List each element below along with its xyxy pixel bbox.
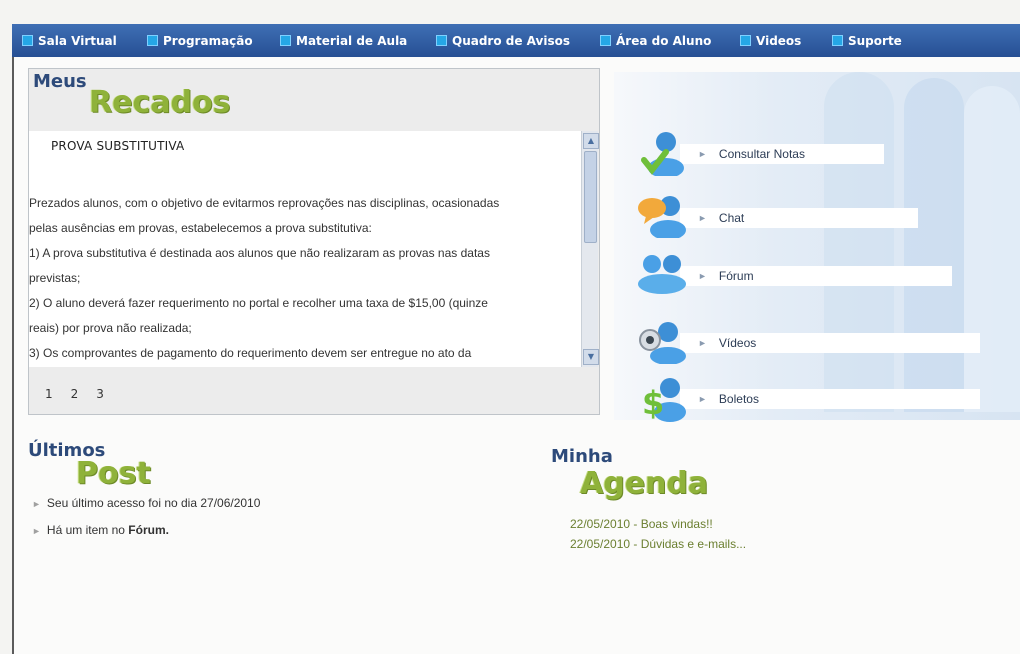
posts-list: ► Seu último acesso foi no dia 27/06/2010… (32, 490, 260, 544)
decorative-arc (824, 72, 894, 412)
message-line: Prezados alunos, com o objetivo de evita… (29, 196, 500, 210)
message-title: PROVA SUBSTITUTIVA (51, 139, 185, 153)
scroll-down-icon[interactable]: ▼ (583, 349, 599, 365)
nav-programacao[interactable]: Programação (147, 24, 253, 57)
list-item: ► Seu último acesso foi no dia 27/06/2010 (32, 490, 260, 517)
bullet-arrow-icon: ► (698, 271, 707, 281)
decorative-arc (904, 78, 964, 412)
menu-forum[interactable]: ► Fórum (680, 266, 952, 286)
scroll-up-icon[interactable]: ▲ (583, 133, 599, 149)
nav-videos[interactable]: Videos (740, 24, 801, 57)
nav-sala-virtual[interactable]: Sala Virtual (22, 24, 117, 57)
nav-bullet-icon (436, 35, 447, 46)
agenda-date: 22/05/2010 (570, 537, 631, 551)
nav-label: Suporte (848, 33, 902, 48)
pagination: 1 2 3 (45, 387, 104, 401)
agenda-title-big: Agenda (580, 466, 709, 501)
nav-bullet-icon (147, 35, 158, 46)
message-line: pelas ausências em provas, estabelecemos… (29, 221, 372, 235)
bullet-arrow-icon: ► (698, 149, 707, 159)
page-link-1[interactable]: 1 (45, 387, 53, 401)
recados-title-small: Meus (33, 71, 87, 92)
top-navigation: Sala Virtual Programação Material de Aul… (12, 24, 1020, 57)
menu-label: Fórum (718, 269, 754, 283)
user-chat-icon[interactable] (636, 192, 688, 238)
recados-title-big: Recados (89, 85, 231, 120)
page-link-2[interactable]: 2 (71, 387, 79, 401)
agenda-item[interactable]: 22/05/2010 - Boas vindas!! (570, 514, 746, 534)
agenda-title-small: Minha (551, 446, 613, 467)
menu-consultar-notas[interactable]: ► Consultar Notas (680, 144, 884, 164)
bullet-arrow-icon: ► (698, 213, 707, 223)
nav-label: Programação (163, 33, 253, 48)
nav-bullet-icon (280, 35, 291, 46)
nav-bullet-icon (600, 35, 611, 46)
user-webcam-icon[interactable] (636, 318, 688, 364)
posts-title-big: Post (76, 456, 151, 491)
bullet-arrow-icon: ► (698, 394, 707, 404)
bullet-arrow-icon: ► (32, 526, 41, 536)
nav-label: Área do Aluno (616, 33, 712, 48)
message-line: 1) A prova substitutiva é destinada aos … (29, 246, 490, 260)
message-line: 3) Os comprovantes de pagamento do reque… (29, 346, 472, 360)
menu-label: Consultar Notas (718, 147, 805, 161)
forum-link[interactable]: Fórum. (128, 523, 169, 537)
nav-area-do-aluno[interactable]: Área do Aluno (600, 24, 711, 57)
post-text: Há um item no (46, 523, 129, 537)
user-check-icon[interactable] (636, 130, 688, 176)
nav-material-de-aula[interactable]: Material de Aula (280, 24, 407, 57)
menu-chat[interactable]: ► Chat (680, 208, 918, 228)
nav-label: Sala Virtual (38, 33, 117, 48)
agenda-date: 22/05/2010 (570, 517, 631, 531)
menu-boletos[interactable]: ► Boletos (680, 389, 980, 409)
users-forum-icon[interactable] (636, 250, 688, 296)
menu-label: Boletos (718, 392, 759, 406)
nav-suporte[interactable]: Suporte (832, 24, 902, 57)
scroll-thumb[interactable] (584, 151, 597, 243)
message-scrollbar[interactable]: ▲ ▼ (581, 131, 599, 367)
user-dollar-icon[interactable]: $ (636, 376, 688, 422)
page-link-3[interactable]: 3 (96, 387, 104, 401)
quick-menu-background (614, 72, 1020, 420)
message-line: 2) O aluno deverá fazer requerimento no … (29, 296, 488, 310)
agenda-text: - Dúvidas e e-mails... (630, 537, 747, 551)
menu-videos[interactable]: ► Vídeos (680, 333, 980, 353)
agenda-list: 22/05/2010 - Boas vindas!! 22/05/2010 - … (570, 514, 746, 554)
bullet-arrow-icon: ► (32, 499, 41, 509)
post-text: Seu último acesso foi no dia 27/06/2010 (46, 496, 261, 510)
nav-quadro-de-avisos[interactable]: Quadro de Avisos (436, 24, 570, 57)
message-line: previstas; (29, 271, 81, 285)
bullet-arrow-icon: ► (698, 338, 707, 348)
nav-label: Quadro de Avisos (452, 33, 571, 48)
svg-text:$: $ (642, 384, 664, 422)
message-body: Prezados alunos, com o objetivo de evita… (29, 191, 577, 366)
agenda-item[interactable]: 22/05/2010 - Dúvidas e e-mails... (570, 534, 746, 554)
menu-label: Chat (718, 211, 745, 225)
nav-bullet-icon (832, 35, 843, 46)
nav-label: Material de Aula (296, 33, 408, 48)
message-box: PROVA SUBSTITUTIVA Prezados alunos, com … (29, 131, 581, 367)
agenda-text: - Boas vindas!! (630, 517, 713, 531)
message-line: reais) por prova não realizada; (29, 321, 192, 335)
recados-panel: Meus Recados PROVA SUBSTITUTIVA Prezados… (28, 68, 600, 415)
nav-bullet-icon (22, 35, 33, 46)
nav-bullet-icon (740, 35, 751, 46)
menu-label: Vídeos (718, 336, 757, 350)
decorative-arc (964, 86, 1020, 412)
nav-label: Videos (756, 33, 802, 48)
list-item: ► Há um item no Fórum. (32, 517, 260, 544)
